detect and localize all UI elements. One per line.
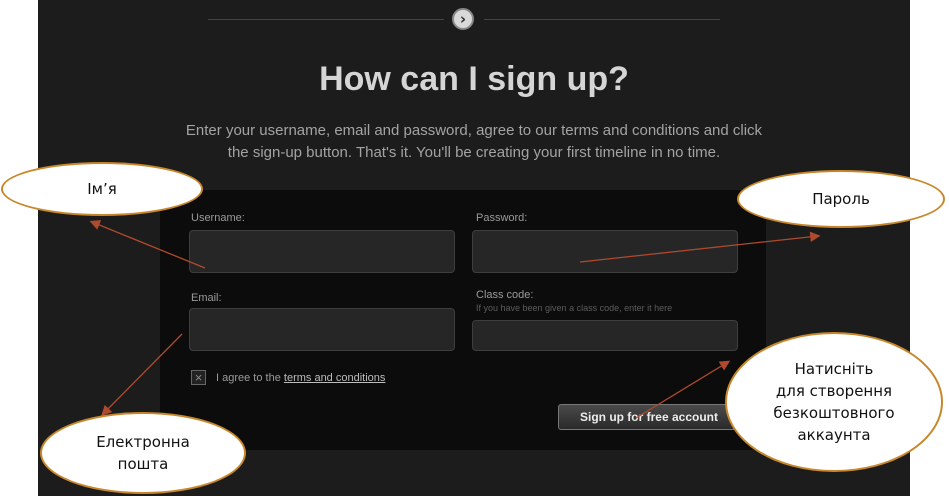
callout-button-line-4: аккаунта <box>797 426 871 444</box>
email-input[interactable] <box>189 308 455 351</box>
signup-button[interactable]: Sign up for free account <box>558 404 740 430</box>
callout-password-text: Пароль <box>812 190 870 208</box>
callout-name: Ім’я <box>1 162 203 216</box>
password-input[interactable] <box>472 230 738 273</box>
callout-name-text: Ім’я <box>87 180 117 198</box>
terms-prefix: I agree to the <box>216 372 284 384</box>
page-title: How can I sign up? <box>319 60 629 98</box>
terms-link[interactable]: terms and conditions <box>284 372 386 384</box>
terms-agreement: I agree to the terms and conditions <box>216 372 385 384</box>
class-code-label: Class code: <box>476 289 534 301</box>
username-label: Username: <box>191 212 245 224</box>
signup-form: Username: Password: Email: Class code: I… <box>160 190 766 450</box>
divider-line-right <box>484 19 720 20</box>
password-label: Password: <box>476 212 528 224</box>
callout-button-line-1: Натисніть <box>794 360 874 378</box>
callout-signup-button: Натисніть для створення безкоштовного ак… <box>725 332 943 472</box>
chevron-right-icon[interactable]: › <box>452 8 474 30</box>
intro-text: Enter your username, email and password,… <box>98 120 850 164</box>
class-code-input[interactable] <box>472 320 738 351</box>
callout-email-line-2: пошта <box>117 455 169 473</box>
callout-password: Пароль <box>737 170 945 228</box>
callout-button-line-3: безкоштовного <box>773 404 895 422</box>
callout-button-line-2: для створення <box>775 382 893 400</box>
terms-checkbox[interactable]: × <box>191 370 206 385</box>
username-input[interactable] <box>189 230 455 273</box>
intro-line-2: the sign-up button. That's it. You'll be… <box>227 144 721 161</box>
class-code-hint: If you have been given a class code, ent… <box>476 303 673 313</box>
callout-email: Електронна пошта <box>40 412 246 494</box>
callout-email-line-1: Електронна <box>96 433 190 451</box>
divider-line-left <box>208 19 444 20</box>
intro-line-1: Enter your username, email and password,… <box>185 122 763 139</box>
email-label: Email: <box>191 292 222 304</box>
